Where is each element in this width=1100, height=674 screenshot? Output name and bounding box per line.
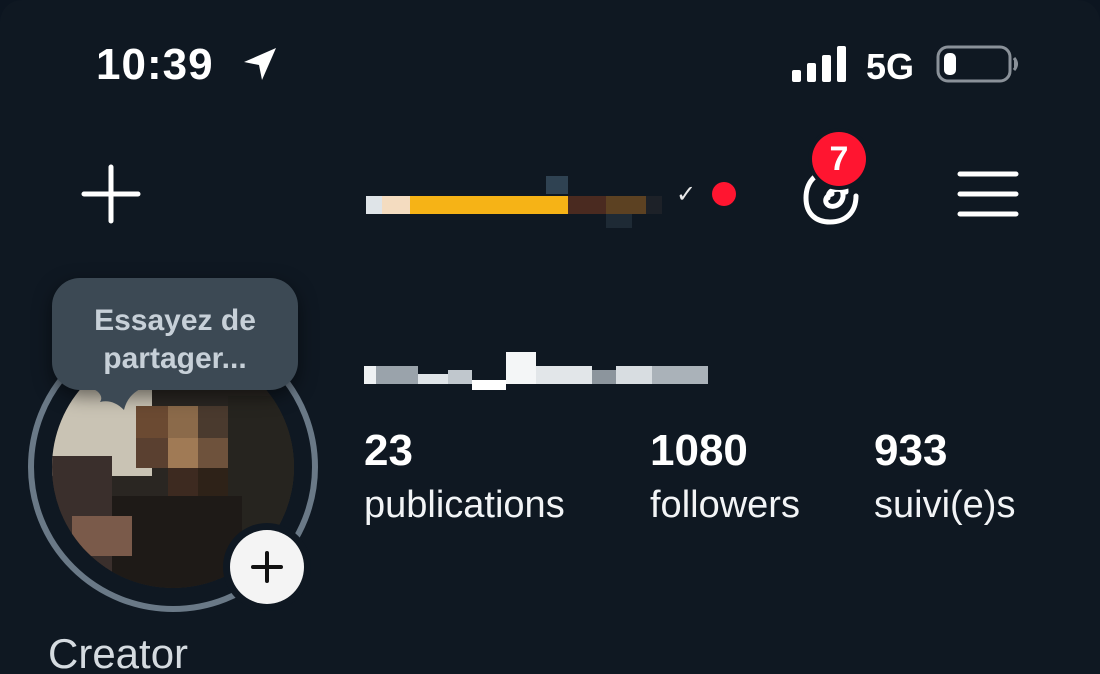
full-name-redacted [364, 352, 708, 390]
stat-publications[interactable]: 23 publications [364, 426, 565, 527]
plus-icon [251, 551, 283, 583]
tooltip-tail [90, 388, 142, 410]
signal-bars-icon [792, 46, 846, 82]
stat-label: suivi(e)s [874, 484, 1016, 526]
username-redacted[interactable] [366, 176, 666, 230]
hamburger-menu-icon[interactable] [956, 166, 1020, 222]
location-arrow-icon [244, 48, 276, 80]
stat-following[interactable]: 933 suivi(e)s [874, 426, 1015, 527]
stat-value: 23 [364, 426, 413, 475]
verified-mark: ✓ [676, 181, 697, 208]
share-tooltip[interactable]: Essayez de partager... [52, 278, 298, 390]
stat-label: publications [364, 484, 565, 526]
profile-category: Creator [48, 630, 189, 674]
threads-notification-badge: 7 [812, 132, 866, 186]
create-plus-icon[interactable] [80, 163, 142, 225]
stat-value: 933 [874, 426, 948, 475]
battery-icon [936, 45, 1018, 83]
add-story-button[interactable] [230, 530, 304, 604]
stat-followers[interactable]: 1080 followers [650, 426, 800, 527]
status-time: 10:39 [96, 40, 214, 89]
status-dot [712, 182, 736, 206]
stat-label: followers [650, 484, 800, 526]
network-type: 5G [866, 46, 915, 87]
stat-value: 1080 [650, 426, 748, 475]
profile-screen: 10:39 5G ✓ 7 Essayez de partager... 23 p… [0, 0, 1100, 674]
